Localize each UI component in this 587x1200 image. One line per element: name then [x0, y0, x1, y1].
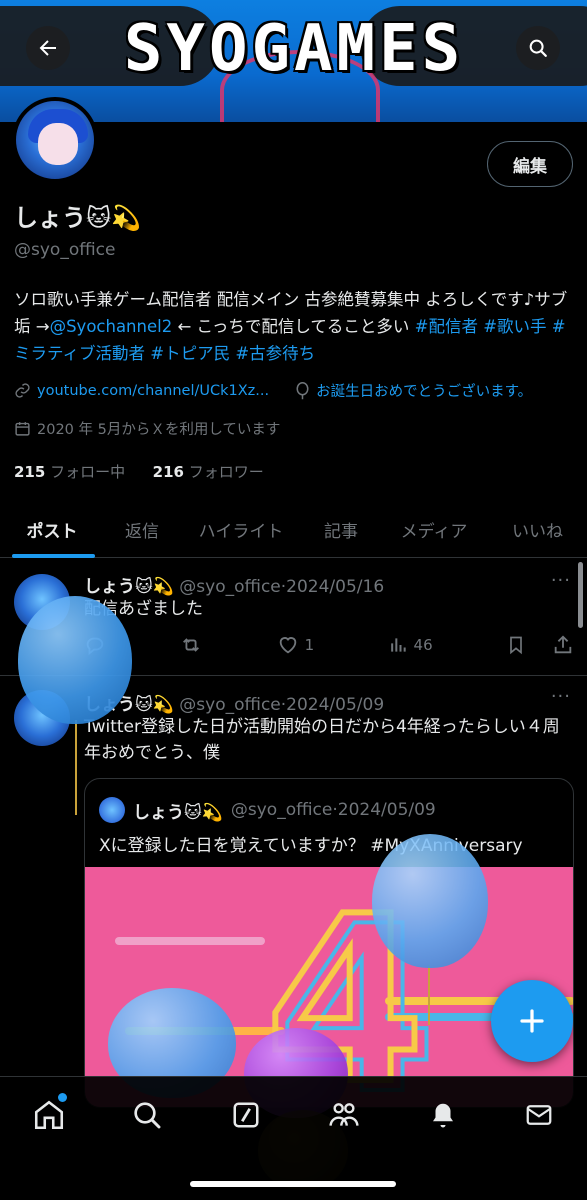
quote-author-handle: @syo_office·2024/05/09	[231, 800, 436, 820]
repost-icon	[183, 638, 200, 652]
post-header: しょう🐱💫 @syo_office·2024/05/09	[84, 690, 384, 715]
edit-profile-button[interactable]: 編集	[487, 141, 573, 187]
view-count: 46	[413, 636, 433, 654]
nav-messages[interactable]	[514, 1095, 564, 1135]
profile-website-link[interactable]: youtube.com/channel/UCk1Xz...	[37, 383, 269, 399]
blue-balloon	[372, 834, 488, 968]
share-icon[interactable]	[552, 634, 574, 656]
tab-highlights-label: ハイライト	[198, 521, 284, 542]
scrollbar[interactable]	[578, 562, 583, 628]
tab-likes-label: いいね	[512, 521, 563, 542]
tab-highlights[interactable]: ハイライト	[180, 500, 302, 558]
views-button[interactable]: 46	[388, 635, 433, 655]
followers-count: 216	[152, 463, 184, 481]
nav-communities[interactable]	[319, 1095, 369, 1135]
followers-label: フォロワー	[188, 463, 264, 481]
post-text: Twitter登録した日が活動開始の日だから4年経ったらしい４周年おめでとう、僕	[84, 717, 560, 763]
profile-birthday[interactable]: お誕生日おめでとうございます。	[316, 380, 532, 401]
profile-joined-date: 2020 年 5月からＸを利用しています	[37, 422, 281, 438]
search-icon	[134, 1102, 161, 1129]
tab-media[interactable]: メディア	[380, 500, 488, 558]
link-icon	[15, 383, 30, 398]
calendar-icon	[15, 422, 30, 436]
profile-avatar[interactable]	[12, 97, 98, 183]
search-button[interactable]	[516, 26, 560, 70]
blue-balloon	[18, 596, 132, 724]
post-more-button[interactable]: ···	[551, 686, 571, 707]
profile-handle: @syo_office	[14, 240, 116, 260]
tab-replies[interactable]: 返信	[104, 500, 180, 558]
profile-joined-row: 2020 年 5月からＸを利用しています	[14, 418, 280, 439]
tab-articles[interactable]: 記事	[302, 500, 380, 558]
back-arrow-icon	[39, 40, 56, 56]
bell-icon	[433, 1103, 453, 1128]
views-icon	[390, 638, 406, 652]
follow-stats: 215 フォロー中 216 フォロワー	[14, 461, 264, 482]
post-date[interactable]: 2024/05/09	[286, 695, 384, 715]
mail-icon	[526, 1105, 552, 1125]
following-label: フォロー中	[50, 463, 126, 481]
balloon-string	[428, 965, 430, 1025]
tab-replies-label: 返信	[125, 521, 159, 542]
bookmark-icon[interactable]	[506, 634, 526, 656]
profile-meta-row: youtube.com/channel/UCk1Xz... お誕生日おめでとうご…	[14, 380, 532, 401]
following-count: 215	[14, 463, 46, 481]
profile-tabs: ポスト 返信 ハイライト 記事 メディア いいね	[0, 500, 587, 558]
profile-banner: SYOGAMES	[0, 0, 587, 122]
balloon-string	[75, 720, 77, 815]
back-button[interactable]	[26, 26, 70, 70]
compose-button[interactable]	[491, 980, 573, 1062]
home-icon	[34, 1100, 64, 1130]
like-count: 1	[304, 636, 315, 654]
bio-mention-link[interactable]: @Syochannel2	[50, 317, 173, 336]
plus-icon	[520, 1009, 544, 1033]
quote-handle-text: @syo_office	[230, 800, 333, 820]
nav-explore[interactable]	[122, 1095, 172, 1135]
home-indicator[interactable]	[190, 1181, 396, 1187]
post-author-handle: @syo_office	[179, 695, 281, 715]
post-more-button[interactable]: ···	[551, 570, 571, 591]
nav-notifications[interactable]	[418, 1095, 468, 1135]
balloon-icon	[296, 381, 309, 399]
quote-header: しょう🐱💫 @syo_office·2024/05/09	[99, 797, 436, 823]
tab-posts[interactable]: ポスト	[0, 500, 104, 558]
tab-articles-label: 記事	[324, 521, 358, 542]
like-button[interactable]: 1	[277, 634, 315, 656]
bio-text-2: ← こっちで配信してること多い	[172, 317, 415, 336]
quote-author-name: しょう🐱💫	[133, 802, 223, 823]
nav-home[interactable]	[24, 1093, 74, 1135]
post-actions: 1 46	[84, 634, 574, 656]
nav-grok[interactable]	[221, 1095, 271, 1135]
communities-icon	[329, 1103, 359, 1126]
notification-dot	[58, 1093, 67, 1102]
tab-posts-label: ポスト	[26, 521, 78, 542]
post-header: しょう🐱💫 @syo_office·2024/05/16	[84, 572, 384, 597]
post-author-name[interactable]: しょう🐱💫	[84, 577, 174, 597]
profile-bio: ソロ歌い手兼ゲーム配信者 配信メイン 古参絶賛募集中 よろしくです♪サブ垢 →@…	[14, 286, 576, 367]
heart-icon	[279, 637, 296, 654]
image-stripe	[115, 937, 265, 945]
post-date[interactable]: 2024/05/16	[286, 577, 384, 597]
following-link[interactable]: 215 フォロー中	[14, 463, 125, 481]
followers-link[interactable]: 216 フォロワー	[153, 463, 264, 481]
profile-display-name: しょう🐱💫	[14, 204, 141, 232]
post-author-handle: @syo_office	[179, 577, 281, 597]
banner-logo-text: SYOGAMES	[123, 12, 465, 86]
avatar-face	[38, 123, 78, 165]
tab-likes[interactable]: いいね	[488, 500, 587, 558]
post-text: 配信あざました	[84, 599, 203, 619]
tab-media-label: メディア	[400, 521, 468, 542]
repost-button[interactable]	[179, 634, 203, 656]
quote-date: 2024/05/09	[337, 800, 436, 820]
quote-avatar	[99, 797, 125, 823]
grok-icon	[233, 1102, 259, 1128]
search-icon	[529, 39, 547, 57]
